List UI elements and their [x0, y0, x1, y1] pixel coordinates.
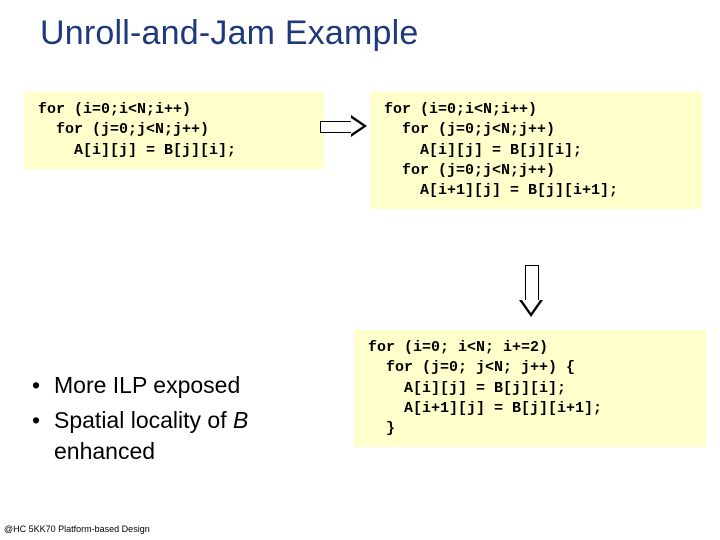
bullet-text-italic: B: [233, 407, 248, 433]
footer-text: @HC 5KK70 Platform-based Design: [4, 524, 150, 534]
bullet-text: More ILP exposed: [54, 370, 240, 401]
code-unrolled: for (i=0;i<N;i++) for (j=0;j<N;j++) A[i]…: [370, 92, 702, 209]
arrow-right-icon: [320, 116, 368, 136]
bullet-list: • More ILP exposed • Spatial locality of…: [32, 370, 342, 471]
bullet-item: • More ILP exposed: [32, 370, 342, 401]
bullet-text-prefix: Spatial locality of: [54, 407, 233, 433]
bullet-dot-icon: •: [32, 405, 54, 467]
bullet-text-suffix: enhanced: [54, 438, 155, 464]
code-jammed: for (i=0; i<N; i+=2) for (j=0; j<N; j++)…: [354, 330, 706, 447]
bullet-text: Spatial locality of B enhanced: [54, 405, 342, 467]
bullet-dot-icon: •: [32, 370, 54, 401]
slide: Unroll-and-Jam Example for (i=0;i<N;i++)…: [0, 0, 720, 540]
bullet-item: • Spatial locality of B enhanced: [32, 405, 342, 467]
code-original: for (i=0;i<N;i++) for (j=0;j<N;j++) A[i]…: [24, 92, 324, 169]
arrow-down-icon: [520, 265, 542, 319]
slide-title: Unroll-and-Jam Example: [40, 14, 419, 53]
